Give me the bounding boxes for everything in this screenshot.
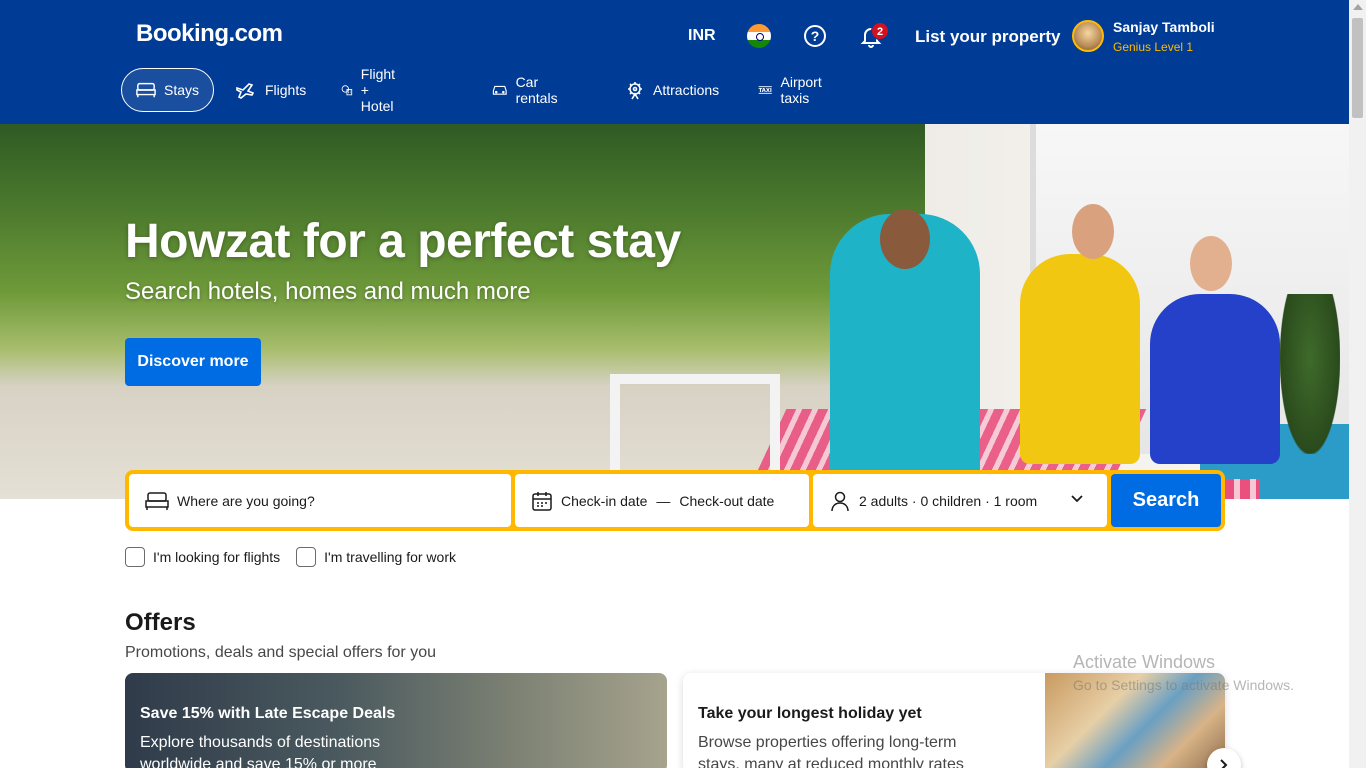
hero-person-3	[1150, 294, 1280, 464]
guests-selector[interactable]: 2 adults · 0 children · 1 room	[813, 474, 1107, 527]
avatar[interactable]	[1072, 20, 1104, 52]
offers-title: Offers	[125, 609, 196, 636]
hero-subtitle: Search hotels, homes and much more	[125, 278, 531, 305]
destination-placeholder: Where are you going?	[177, 492, 315, 509]
attractions-icon	[628, 82, 642, 100]
tab-attractions-label: Attractions	[653, 82, 720, 98]
chevron-right-icon	[1220, 759, 1228, 768]
tab-flight-hotel-label: Flight + Hotel	[360, 66, 396, 114]
checkout-date: Check-out date	[679, 492, 775, 509]
search-button[interactable]: Search	[1111, 474, 1221, 527]
tab-stays-label: Stays	[163, 82, 199, 98]
tab-attractions[interactable]: Attractions	[611, 68, 733, 112]
flight-hotel-icon	[341, 85, 353, 96]
offer-card-desc: Explore thousands of destinations worldw…	[140, 734, 381, 768]
offer-card-title: Take your longest holiday yet	[698, 705, 922, 722]
calendar-icon	[532, 491, 552, 511]
plane-icon	[236, 83, 255, 99]
notification-badge: 2	[871, 22, 889, 40]
hero-plant	[1280, 294, 1340, 454]
hero-person-2-head	[1072, 204, 1114, 259]
offers-subtitle: Promotions, deals and special offers for…	[125, 644, 436, 661]
flights-checkbox[interactable]: I'm looking for flights	[125, 547, 280, 567]
offer-card-desc: Browse properties offering long-term sta…	[698, 734, 964, 768]
scroll-thumb[interactable]	[1352, 18, 1363, 118]
genius-level: Genius Level 1	[1113, 40, 1194, 54]
date-separator: —	[656, 492, 671, 509]
tab-flights-label: Flights	[265, 82, 307, 98]
tab-car-rentals[interactable]: Car rentals	[478, 68, 578, 112]
tab-stays[interactable]: Stays	[121, 68, 214, 112]
search-options: I'm looking for flights I'm travelling f…	[125, 547, 456, 567]
checkin-date: Check-in date	[561, 492, 648, 509]
search-bar: Where are you going? Check-in date — Che…	[125, 470, 1225, 531]
taxi-icon: TAXI	[759, 86, 772, 94]
carousel-next-button[interactable]	[1207, 748, 1241, 768]
india-flag-icon[interactable]	[747, 24, 771, 48]
person-icon	[831, 491, 849, 511]
tab-flight-hotel[interactable]: Flight + Hotel	[327, 66, 419, 114]
windows-watermark-title: Activate Windows	[1073, 652, 1216, 672]
tab-flights[interactable]: Flights	[221, 68, 320, 112]
offer-card-late-escape[interactable]: Save 15% with Late Escape Deals Explore …	[125, 673, 667, 768]
flights-checkbox-label: I'm looking for flights	[153, 549, 281, 565]
help-icon[interactable]: ?	[804, 25, 826, 47]
discover-more-button[interactable]: Discover more	[125, 338, 261, 386]
flights-checkbox-box[interactable]	[125, 547, 145, 567]
hero-banner	[0, 124, 1349, 499]
hero-title: Howzat for a perfect stay	[125, 215, 681, 268]
list-property-link[interactable]: List your property	[915, 27, 1060, 47]
tab-car-rentals-label: Car rentals	[515, 74, 558, 106]
work-checkbox-box[interactable]	[296, 547, 317, 567]
tab-airport-taxis-label: Airport taxis	[780, 74, 822, 106]
date-picker[interactable]: Check-in date — Check-out date	[515, 474, 809, 527]
windows-watermark-text: Go to Settings to activate Windows.	[1073, 677, 1294, 693]
hero-person-3-head	[1190, 236, 1232, 291]
site-header: Booking.com INR ? 2 List your property S…	[0, 0, 1349, 124]
svg-text:TAXI: TAXI	[759, 88, 772, 94]
bed-icon	[136, 82, 156, 98]
work-checkbox[interactable]: I'm travelling for work	[296, 547, 456, 567]
user-name[interactable]: Sanjay Tamboli	[1113, 19, 1215, 35]
car-icon	[492, 85, 507, 95]
hero-person-1-head	[880, 209, 930, 269]
hero-person-2	[1020, 254, 1140, 464]
currency-selector[interactable]: INR	[688, 27, 716, 45]
work-checkbox-label: I'm travelling for work	[324, 549, 456, 565]
destination-input[interactable]: Where are you going?	[129, 474, 511, 527]
bed-icon	[145, 491, 169, 510]
offer-card-title: Save 15% with Late Escape Deals	[140, 705, 396, 722]
tab-airport-taxis[interactable]: TAXI Airport taxis	[744, 68, 843, 112]
booking-logo[interactable]: Booking.com	[136, 20, 283, 48]
scroll-up-icon[interactable]	[1353, 4, 1363, 10]
chevron-down-icon	[1071, 495, 1083, 503]
guests-summary: 2 adults · 0 children · 1 room	[859, 492, 1038, 509]
